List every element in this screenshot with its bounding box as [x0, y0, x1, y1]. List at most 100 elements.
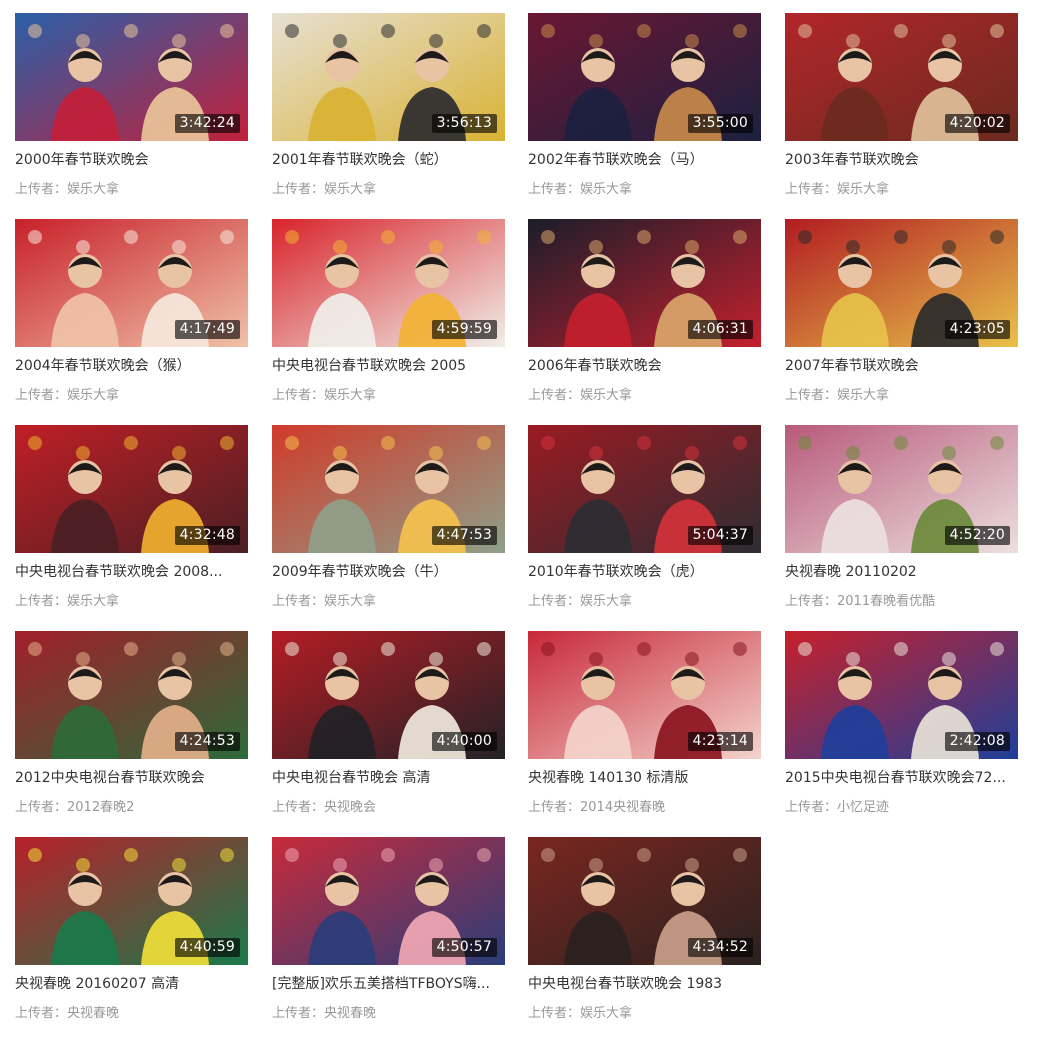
- video-duration: 2:42:08: [944, 732, 1010, 751]
- video-thumbnail[interactable]: 4:34:52: [528, 837, 761, 965]
- video-card[interactable]: 4:20:02 2003年春节联欢晚会 上传者：娱乐大拿: [785, 13, 1018, 213]
- video-thumbnail[interactable]: 4:40:59: [15, 837, 248, 965]
- video-thumbnail[interactable]: 4:40:00: [272, 631, 505, 759]
- video-thumbnail[interactable]: 4:47:53: [272, 425, 505, 553]
- video-thumbnail[interactable]: 4:50:57: [272, 837, 505, 965]
- video-card[interactable]: 4:32:48 中央电视台春节联欢晚会 2008... 上传者：娱乐大拿: [15, 425, 248, 625]
- video-card[interactable]: 4:24:53 2012中央电视台春节联欢晚会 上传者：2012春晚2: [15, 631, 248, 831]
- uploader-name[interactable]: 娱乐大拿: [324, 594, 376, 609]
- video-thumbnail[interactable]: 4:23:14: [528, 631, 761, 759]
- uploader-name[interactable]: 娱乐大拿: [580, 594, 632, 609]
- uploader-name[interactable]: 娱乐大拿: [324, 182, 376, 197]
- uploader-prefix: 上传者：: [15, 388, 68, 403]
- video-card[interactable]: 3:42:24 2000年春节联欢晚会上传者：娱乐大拿: [15, 13, 248, 213]
- video-title[interactable]: 2003年春节联欢晚会: [785, 150, 1018, 170]
- video-card[interactable]: 4:59:59 中央电视台春节联欢晚会 2005 上传者：娱乐大拿: [272, 219, 505, 419]
- video-card[interactable]: 4:17:49 2004年春节联欢晚会（猴） 上传者：娱乐大拿: [15, 219, 248, 419]
- video-thumbnail[interactable]: 3:55:00: [528, 13, 761, 141]
- uploader-prefix: 上传者：: [528, 182, 581, 197]
- video-thumbnail[interactable]: 3:42:24: [15, 13, 248, 141]
- video-duration: 4:06:31: [687, 320, 753, 339]
- video-title[interactable]: 2015中央电视台春节联欢晚会72...: [785, 768, 1018, 788]
- uploader-name[interactable]: 娱乐大拿: [580, 182, 632, 197]
- video-uploader: 上传者：小忆足迹: [785, 799, 1018, 817]
- video-card[interactable]: 4:40:00 中央电视台春节晚会 高清上传者：央视晚会: [272, 631, 505, 831]
- uploader-name[interactable]: 央视春晚: [324, 1006, 376, 1021]
- uploader-name[interactable]: 娱乐大拿: [324, 388, 376, 403]
- video-card[interactable]: 5:04:37 2010年春节联欢晚会（虎） 上传者：娱乐大拿: [528, 425, 761, 625]
- video-thumbnail[interactable]: 4:24:53: [15, 631, 248, 759]
- video-uploader: 上传者：央视春晚: [15, 1005, 248, 1023]
- uploader-prefix: 上传者：: [528, 800, 581, 815]
- uploader-prefix: 上传者：: [15, 594, 68, 609]
- video-title[interactable]: 中央电视台春节联欢晚会 1983: [528, 974, 761, 994]
- video-card[interactable]: 4:52:20 央视春晚 20110202 上传者：2011春晚看优酷: [785, 425, 1018, 625]
- video-card[interactable]: 4:06:31 2006年春节联欢晚会上传者：娱乐大拿: [528, 219, 761, 419]
- uploader-name[interactable]: 娱乐大拿: [580, 388, 632, 403]
- video-uploader: 上传者：娱乐大拿: [785, 387, 1018, 405]
- video-title[interactable]: 2001年春节联欢晚会（蛇）: [272, 150, 505, 170]
- video-duration: 4:50:57: [431, 938, 497, 957]
- video-thumbnail[interactable]: 4:59:59: [272, 219, 505, 347]
- uploader-prefix: 上传者：: [528, 388, 581, 403]
- video-thumbnail[interactable]: 4:06:31: [528, 219, 761, 347]
- video-duration: 4:40:59: [174, 938, 240, 957]
- video-title[interactable]: 央视春晚 20110202: [785, 562, 1018, 582]
- uploader-name[interactable]: 娱乐大拿: [837, 388, 889, 403]
- video-card[interactable]: 4:40:59 央视春晚 20160207 高清 上传者：央视春晚: [15, 837, 248, 1037]
- uploader-name[interactable]: 娱乐大拿: [67, 594, 119, 609]
- video-thumbnail[interactable]: 4:20:02: [785, 13, 1018, 141]
- video-thumbnail[interactable]: 2:42:08: [785, 631, 1018, 759]
- video-uploader: 上传者：娱乐大拿: [528, 593, 761, 611]
- video-uploader: 上传者：娱乐大拿: [272, 387, 505, 405]
- video-thumbnail[interactable]: 4:32:48: [15, 425, 248, 553]
- video-duration: 4:32:48: [174, 526, 240, 545]
- video-title[interactable]: 中央电视台春节联欢晚会 2005: [272, 356, 505, 376]
- video-uploader: 上传者：娱乐大拿: [15, 387, 248, 405]
- video-uploader: 上传者：2014央视春晚: [528, 799, 761, 817]
- uploader-name[interactable]: 娱乐大拿: [837, 182, 889, 197]
- video-title[interactable]: 2009年春节联欢晚会（牛）: [272, 562, 505, 582]
- video-title[interactable]: 2002年春节联欢晚会（马）: [528, 150, 761, 170]
- uploader-name[interactable]: 央视晚会: [324, 800, 376, 815]
- video-title[interactable]: 央视春晚 20160207 高清: [15, 974, 248, 994]
- video-title[interactable]: 2010年春节联欢晚会（虎）: [528, 562, 761, 582]
- video-title[interactable]: 2006年春节联欢晚会: [528, 356, 761, 376]
- video-card[interactable]: 4:23:14 央视春晚 140130 标清版 上传者：2014央视春晚: [528, 631, 761, 831]
- uploader-name[interactable]: 2014央视春晚: [580, 800, 665, 815]
- uploader-name[interactable]: 娱乐大拿: [67, 182, 119, 197]
- video-card[interactable]: 2:42:08 2015中央电视台春节联欢晚会72... 上传者：小忆足迹: [785, 631, 1018, 831]
- uploader-prefix: 上传者：: [15, 182, 68, 197]
- uploader-name[interactable]: 小忆足迹: [837, 800, 889, 815]
- uploader-name[interactable]: 央视春晚: [67, 1006, 119, 1021]
- video-card[interactable]: 4:50:57 [完整版]欢乐五美搭档TFBOYS嗨... 上传者：央视春晚: [272, 837, 505, 1037]
- video-card[interactable]: 4:34:52 中央电视台春节联欢晚会 1983 上传者：娱乐大拿: [528, 837, 761, 1037]
- uploader-name[interactable]: 2011春晚看优酷: [837, 594, 935, 609]
- video-title[interactable]: [完整版]欢乐五美搭档TFBOYS嗨...: [272, 974, 505, 994]
- video-thumbnail[interactable]: 4:52:20: [785, 425, 1018, 553]
- video-card[interactable]: 3:55:00 2002年春节联欢晚会（马） 上传者：娱乐大拿: [528, 13, 761, 213]
- uploader-name[interactable]: 2012春晚2: [67, 800, 134, 815]
- video-thumbnail[interactable]: 4:17:49: [15, 219, 248, 347]
- video-title[interactable]: 中央电视台春节联欢晚会 2008...: [15, 562, 248, 582]
- video-thumbnail[interactable]: 5:04:37: [528, 425, 761, 553]
- video-duration: 3:55:00: [687, 114, 753, 133]
- video-thumbnail[interactable]: 3:56:13: [272, 13, 505, 141]
- uploader-name[interactable]: 娱乐大拿: [580, 1006, 632, 1021]
- video-card[interactable]: 4:23:05 2007年春节联欢晚会 上传者：娱乐大拿: [785, 219, 1018, 419]
- video-card[interactable]: 4:47:53 2009年春节联欢晚会（牛） 上传者：娱乐大拿: [272, 425, 505, 625]
- uploader-prefix: 上传者：: [272, 800, 325, 815]
- video-title[interactable]: 2000年春节联欢晚会: [15, 150, 248, 170]
- video-title[interactable]: 2007年春节联欢晚会: [785, 356, 1018, 376]
- video-card[interactable]: 3:56:13 2001年春节联欢晚会（蛇） 上传者：娱乐大拿: [272, 13, 505, 213]
- uploader-name[interactable]: 娱乐大拿: [67, 388, 119, 403]
- video-uploader: 上传者：娱乐大拿: [272, 593, 505, 611]
- video-duration: 4:23:14: [687, 732, 753, 751]
- video-title[interactable]: 2012中央电视台春节联欢晚会: [15, 768, 248, 788]
- video-title[interactable]: 央视春晚 140130 标清版: [528, 768, 761, 788]
- video-duration: 4:23:05: [944, 320, 1010, 339]
- video-title[interactable]: 2004年春节联欢晚会（猴）: [15, 356, 248, 376]
- video-thumbnail[interactable]: 4:23:05: [785, 219, 1018, 347]
- video-title[interactable]: 中央电视台春节晚会 高清: [272, 768, 505, 788]
- uploader-prefix: 上传者：: [785, 388, 838, 403]
